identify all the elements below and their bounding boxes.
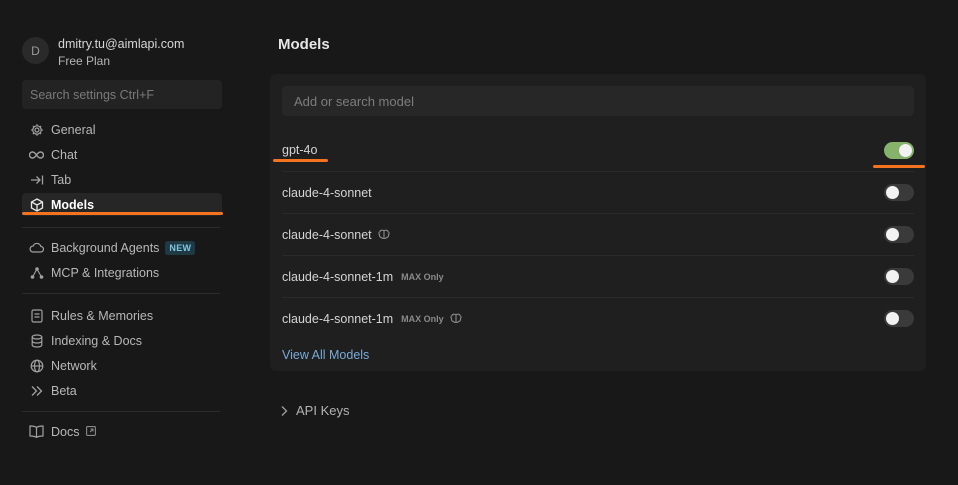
document-icon (29, 308, 44, 323)
model-toggle[interactable] (884, 310, 914, 327)
sidebar-item-label: Tab (51, 172, 72, 187)
account-email: dmitry.tu@aimlapi.com (58, 37, 185, 51)
cube-icon (29, 197, 44, 212)
sidebar-item-docs[interactable]: Docs (22, 420, 222, 443)
model-row: claude-4-sonnet (282, 171, 914, 213)
toggle-highlight-underline (873, 165, 925, 168)
model-search-input[interactable]: Add or search model (282, 86, 914, 116)
sidebar-item-label: Docs (51, 424, 80, 439)
model-row: claude-4-sonnet-1m MAX Only (282, 255, 914, 297)
cloud-icon (29, 240, 44, 255)
model-toggle[interactable] (884, 226, 914, 243)
page-title: Models (278, 36, 330, 53)
nodes-icon (29, 265, 44, 280)
sidebar-item-background-agents[interactable]: Background Agents NEW (22, 236, 222, 259)
model-name: claude-4-sonnet (282, 227, 372, 242)
account-info: D dmitry.tu@aimlapi.com Free Plan (22, 36, 184, 69)
double-chevron-icon (29, 383, 44, 398)
external-link-icon (86, 425, 97, 439)
gpt4o-highlight-underline (273, 159, 328, 162)
brain-icon (378, 229, 390, 240)
model-row: gpt-4o (282, 129, 914, 171)
gear-icon (29, 122, 44, 137)
model-name: claude-4-sonnet-1m (282, 311, 394, 326)
sidebar-item-network[interactable]: Network (22, 354, 222, 377)
api-keys-section[interactable]: API Keys (280, 403, 349, 418)
sidebar-divider (22, 411, 220, 412)
sidebar-item-label: General (51, 122, 96, 137)
sidebar-item-label: Background Agents (51, 240, 160, 255)
database-icon (29, 333, 44, 348)
max-only-tag: MAX Only (401, 271, 444, 282)
sidebar-item-rules[interactable]: Rules & Memories (22, 304, 222, 327)
new-badge: NEW (165, 240, 196, 255)
account-plan: Free Plan (58, 54, 111, 68)
sidebar-item-beta[interactable]: Beta (22, 379, 222, 402)
api-keys-label: API Keys (296, 403, 350, 418)
model-toggle[interactable] (884, 141, 914, 159)
arrow-right-bar-icon (29, 172, 44, 187)
model-toggle[interactable] (884, 184, 914, 201)
sidebar-item-label: MCP & Integrations (51, 265, 160, 280)
view-all-models-link[interactable]: View All Models (282, 348, 369, 362)
model-name: claude-4-sonnet-1m (282, 269, 394, 284)
sidebar-item-indexing[interactable]: Indexing & Docs (22, 329, 222, 352)
sidebar-item-label: Indexing & Docs (51, 333, 143, 348)
sidebar-item-mcp[interactable]: MCP & Integrations (22, 261, 222, 284)
model-name: claude-4-sonnet (282, 185, 372, 200)
sidebar-divider (22, 293, 220, 294)
brain-icon (450, 313, 462, 324)
book-icon (29, 424, 44, 439)
globe-icon (29, 358, 44, 373)
model-row: claude-4-sonnet (282, 213, 914, 255)
sidebar-item-label: Network (51, 358, 97, 373)
chevron-right-icon (280, 405, 288, 417)
model-name: gpt-4o (282, 143, 318, 157)
model-toggle[interactable] (884, 268, 914, 285)
model-row: claude-4-sonnet-1m MAX Only (282, 297, 914, 339)
models-highlight-underline (22, 212, 223, 215)
max-only-tag: MAX Only (401, 313, 444, 324)
sidebar-item-label: Rules & Memories (51, 308, 154, 323)
sidebar-item-label: Models (51, 197, 95, 212)
sidebar-divider (22, 227, 220, 228)
models-panel: Add or search model gpt-4o claude-4-sonn… (270, 74, 926, 371)
sidebar-item-tab[interactable]: Tab (22, 168, 222, 191)
sidebar-item-label: Beta (51, 383, 77, 398)
settings-search-input[interactable]: Search settings Ctrl+F (22, 80, 222, 109)
avatar[interactable]: D (22, 37, 49, 64)
sidebar-item-chat[interactable]: Chat (22, 143, 222, 166)
infinity-icon (29, 147, 44, 162)
sidebar-item-general[interactable]: General (22, 118, 222, 141)
sidebar-item-label: Chat (51, 147, 78, 162)
sidebar: D dmitry.tu@aimlapi.com Free Plan Search… (0, 0, 240, 485)
